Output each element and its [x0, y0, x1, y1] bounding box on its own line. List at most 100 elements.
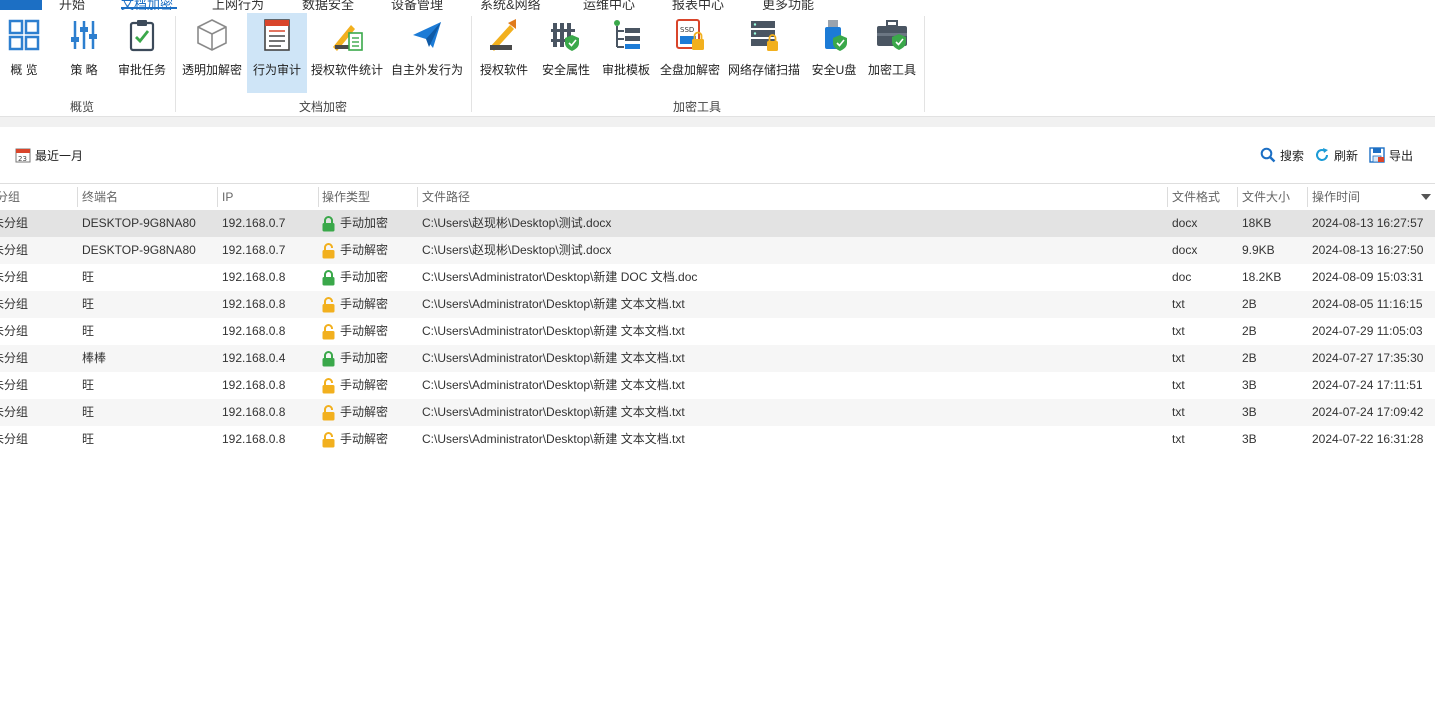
operation-type: 手动解密 — [340, 243, 389, 257]
encryption-tool-button[interactable]: 加密工具 — [864, 13, 920, 93]
group-separator — [471, 16, 472, 112]
column-header-terminal[interactable]: 终端名 — [78, 184, 218, 210]
cell-group: 未分组 — [0, 378, 29, 392]
table-row[interactable]: 未分组 旺 192.168.0.8 手动解密 C:\Users\Administ… — [0, 318, 1435, 345]
home-menu-button[interactable] — [0, 0, 42, 10]
network-storage-scan-label: 网络存储扫描 — [727, 63, 800, 77]
cell-format: txt — [1172, 378, 1185, 392]
table-row[interactable]: 未分组 旺 192.168.0.8 手动解密 C:\Users\Administ… — [0, 399, 1435, 426]
tab-ops-center[interactable]: 运维中心 — [583, 0, 635, 10]
group-label-overview: 概览 — [69, 100, 94, 114]
cell-terminal: 旺 — [82, 270, 95, 284]
operation-type: 手动加密 — [340, 351, 389, 365]
cell-operation: 手动解密 — [322, 399, 388, 426]
software-stats-button[interactable]: 授权软件统计 — [309, 13, 385, 93]
column-header-group[interactable]: 分组 — [0, 184, 78, 210]
export-icon — [1369, 147, 1385, 163]
ribbon-bottom-border — [0, 116, 1435, 127]
behavior-audit-button[interactable]: 行为审计 — [247, 13, 307, 93]
cell-format: docx — [1172, 216, 1198, 230]
cell-size: 18KB — [1242, 216, 1272, 230]
top-tab-strip: 开始 文档加密 上网行为 数据安全 设备管理 系统&网络 运维中心 报表中心 更… — [0, 0, 1435, 10]
tab-data-security[interactable]: 数据安全 — [302, 0, 354, 10]
cell-path: C:\Users\Administrator\Desktop\新建 文本文档.t… — [422, 405, 685, 419]
table-header: 分组 终端名 IP 操作类型 文件路径 文件格式 文件大小 操作时间 — [0, 183, 1435, 211]
search-button[interactable]: 搜索 — [1260, 146, 1304, 164]
refresh-button[interactable]: 刷新 — [1314, 146, 1358, 164]
cell-path: C:\Users\赵现彬\Desktop\测试.docx — [422, 216, 612, 230]
authorized-software-button[interactable]: 授权软件 — [476, 13, 532, 93]
overview-button[interactable]: 概 览 — [2, 13, 46, 93]
calendar-icon: 23 — [15, 148, 31, 163]
tab-system-network[interactable]: 系统&网络 — [480, 0, 541, 10]
cell-time: 2024-07-22 16:31:28 — [1312, 432, 1424, 446]
export-button[interactable]: 导出 — [1369, 146, 1413, 164]
sort-descending-icon[interactable] — [1421, 194, 1431, 200]
cell-group: 未分组 — [0, 243, 29, 257]
transparent-encrypt-button[interactable]: 透明加解密 — [180, 13, 244, 93]
column-header-path[interactable]: 文件路径 — [418, 184, 1168, 210]
security-attribute-label: 安全属性 — [541, 63, 590, 77]
cell-time: 2024-08-13 16:27:57 — [1312, 216, 1424, 230]
table-row[interactable]: 未分组 旺 192.168.0.8 手动加密 C:\Users\Administ… — [0, 264, 1435, 291]
cell-operation: 手动加密 — [322, 345, 388, 372]
cell-size: 3B — [1242, 405, 1257, 419]
date-range-filter[interactable]: 23 最近一月 — [15, 146, 83, 164]
svg-text:23: 23 — [18, 155, 27, 163]
approval-task-button[interactable]: 审批任务 — [114, 13, 170, 93]
cell-group: 未分组 — [0, 324, 29, 338]
outbound-behavior-button[interactable]: 自主外发行为 — [389, 13, 465, 93]
ribbon: 概 览 策 略 审批任务 概览 透明加解密 行为审计 授权软件统计 自主外发行为… — [0, 10, 1435, 116]
security-attribute-button[interactable]: 安全属性 — [538, 13, 594, 93]
policy-sliders-icon — [71, 21, 97, 49]
tab-report-center[interactable]: 报表中心 — [672, 0, 724, 10]
policy-button[interactable]: 策 略 — [62, 13, 106, 93]
full-disk-encrypt-label: 全盘加解密 — [659, 63, 720, 77]
unlocked-icon — [322, 242, 335, 259]
paper-plane-icon — [413, 22, 441, 48]
column-header-format[interactable]: 文件格式 — [1168, 184, 1238, 210]
cell-format: txt — [1172, 297, 1185, 311]
secure-usb-button[interactable]: 安全U盘 — [806, 13, 862, 93]
operation-type: 手动解密 — [340, 405, 389, 419]
outbound-behavior-label: 自主外发行为 — [390, 63, 463, 77]
locked-icon — [322, 269, 335, 286]
policy-label: 策 略 — [70, 63, 98, 77]
column-header-size[interactable]: 文件大小 — [1238, 184, 1308, 210]
full-disk-encrypt-button[interactable]: SSD 全盘加解密 — [658, 13, 722, 93]
cell-group: 未分组 — [0, 297, 29, 311]
tab-device-management[interactable]: 设备管理 — [391, 0, 443, 10]
cell-operation: 手动解密 — [322, 318, 388, 345]
cell-format: txt — [1172, 432, 1185, 446]
cell-time: 2024-07-29 11:05:03 — [1312, 324, 1423, 338]
software-stats-label: 授权软件统计 — [310, 63, 383, 77]
cell-size: 3B — [1242, 378, 1257, 392]
table-row[interactable]: 未分组 旺 192.168.0.8 手动解密 C:\Users\Administ… — [0, 291, 1435, 318]
authorize-software-icon — [490, 19, 516, 51]
operation-type: 手动解密 — [340, 432, 389, 446]
tab-start[interactable]: 开始 — [59, 0, 85, 10]
table-row[interactable]: 未分组 旺 192.168.0.8 手动解密 C:\Users\Administ… — [0, 426, 1435, 453]
overview-grid-icon — [8, 19, 40, 51]
group-separator — [175, 16, 176, 112]
cell-ip: 192.168.0.8 — [222, 378, 286, 392]
column-header-operation[interactable]: 操作类型 — [318, 184, 418, 210]
network-storage-scan-button[interactable]: 网络存储扫描 — [726, 13, 802, 93]
approval-clipboard-icon — [129, 20, 155, 52]
approval-template-button[interactable]: 审批模板 — [598, 13, 654, 93]
locked-icon — [322, 215, 335, 232]
tab-internet-behavior[interactable]: 上网行为 — [212, 0, 264, 10]
cell-operation: 手动解密 — [322, 426, 388, 453]
column-header-ip[interactable]: IP — [218, 184, 318, 210]
cell-time: 2024-08-13 16:27:50 — [1312, 243, 1424, 257]
table-row[interactable]: 未分组 DESKTOP-9G8NA80 192.168.0.7 手动解密 C:\… — [0, 237, 1435, 264]
group-separator — [924, 16, 925, 112]
table-row[interactable]: 未分组 棒棒 192.168.0.4 手动加密 C:\Users\Adminis… — [0, 345, 1435, 372]
cell-terminal: 旺 — [82, 378, 95, 392]
svg-text:SSD: SSD — [680, 26, 694, 34]
table-row[interactable]: 未分组 DESKTOP-9G8NA80 192.168.0.7 手动加密 C:\… — [0, 210, 1435, 237]
table-row[interactable]: 未分组 旺 192.168.0.8 手动解密 C:\Users\Administ… — [0, 372, 1435, 399]
column-header-time[interactable]: 操作时间 — [1308, 184, 1418, 210]
tab-more-functions[interactable]: 更多功能 — [762, 0, 814, 10]
authorized-software-label: 授权软件 — [479, 63, 528, 77]
